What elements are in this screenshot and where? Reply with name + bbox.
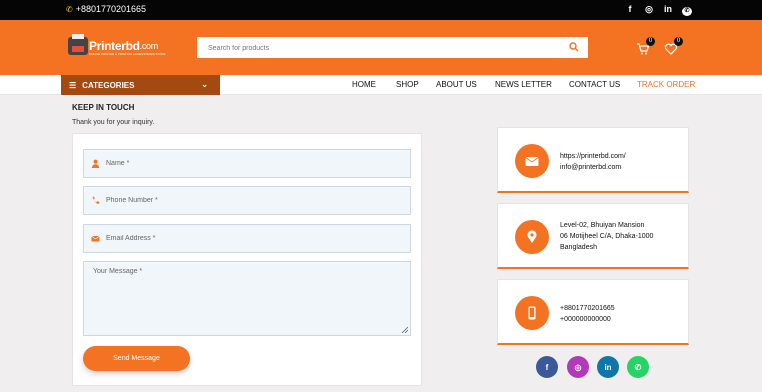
info-card-email-text: https://printerbd.com/ info@printerbd.co… [560,151,626,173]
instagram-icon[interactable]: ◎ [567,356,589,378]
wishlist-button[interactable]: 0 [664,37,683,55]
logo-suffix: .com [139,41,159,51]
search-bar [197,37,588,59]
website-url[interactable]: https://printerbd.com/ [560,151,626,162]
topbar-phone-number: +8801770201665 [75,4,147,14]
site-logo[interactable]: Printerbd .com ONLINE PRINTER & PRINTING… [68,34,166,56]
name-input[interactable] [106,150,396,177]
nav-contact-us[interactable]: CONTACT US [569,80,620,89]
mobile-phone-icon [515,296,549,330]
topbar-social-links: f ◎ in ✆ [625,4,692,16]
phone-icon: ✆ [66,4,73,14]
contact-form: Send Message [72,133,422,386]
nav-about-us[interactable]: ABOUT US [436,80,477,89]
logo-text: Printerbd [89,39,140,53]
whatsapp-glyph: ✆ [682,7,692,16]
whatsapp-icon[interactable]: ✆ [682,4,692,16]
chevron-down-icon: ⌄ [201,80,208,89]
resize-grip-icon[interactable] [401,326,408,333]
phone-number-1[interactable]: +8801770201665 [560,303,615,314]
top-bar: ✆ +8801770201665 f ◎ in ✆ [0,0,762,20]
linkedin-icon[interactable]: in [663,4,673,16]
message-textarea[interactable] [84,262,410,335]
wishlist-count-badge: 0 [674,37,683,46]
facebook-icon[interactable]: f [625,4,635,16]
info-card-address: Level-02, Bhuiyan Mansion 06 Motijheel C… [497,203,689,269]
envelope-icon [515,144,549,178]
linkedin-icon[interactable]: in [597,356,619,378]
topbar-phone[interactable]: ✆ +8801770201665 [66,4,146,14]
send-message-button[interactable]: Send Message [83,346,190,371]
cart-count-badge: 0 [646,37,655,46]
page-title: KEEP IN TOUCH [72,103,135,112]
phone-number-2[interactable]: +000000000000 [560,314,615,325]
menu-bars-icon: ☰ [69,80,77,90]
main-nav: ☰ CATEGORIES ⌄ HOME SHOP ABOUT US NEWS L… [0,75,762,95]
address-line-2: 06 Motijheel C/A, Dhaka-1000 [560,233,654,240]
email-field [83,224,411,253]
categories-dropdown[interactable]: ☰ CATEGORIES ⌄ [61,75,220,95]
info-card-phone: +8801770201665 +000000000000 [497,279,689,345]
info-card-email: https://printerbd.com/ info@printerbd.co… [497,127,689,193]
message-field [83,261,411,336]
location-pin-icon [515,220,549,254]
info-card-phone-text: +8801770201665 +000000000000 [560,303,615,325]
address-line-3: Bangladesh [560,244,597,251]
nav-shop[interactable]: SHOP [396,80,419,89]
email-input[interactable] [106,225,396,252]
name-field [83,149,411,178]
whatsapp-icon[interactable]: ✆ [627,356,649,378]
instagram-icon[interactable]: ◎ [644,4,654,16]
site-header: Printerbd .com ONLINE PRINTER & PRINTING… [0,20,762,75]
printer-logo-icon [68,34,88,55]
logo-tagline: ONLINE PRINTER & PRINTING ACCESSORIES ST… [89,52,166,56]
email-address[interactable]: info@printerbd.com [560,162,626,173]
phone-field [83,186,411,215]
address-line-1: Level-02, Bhuiyan Mansion [560,222,645,229]
info-card-address-text: Level-02, Bhuiyan Mansion 06 Motijheel C… [560,220,653,253]
page-subtitle: Thank you for your inquiry. [72,119,155,126]
search-icon[interactable] [569,42,579,52]
search-input[interactable] [197,38,537,59]
phone-icon [92,196,100,204]
nav-track-order[interactable]: TRACK ORDER [637,80,695,89]
user-icon [91,159,100,168]
categories-label: CATEGORIES [82,80,135,90]
envelope-icon [91,235,100,242]
facebook-icon[interactable]: f [536,356,558,378]
nav-news-letter[interactable]: NEWS LETTER [495,80,552,89]
cart-button[interactable]: 0 [636,37,655,55]
phone-input[interactable] [106,187,396,214]
nav-home[interactable]: HOME [352,80,376,89]
